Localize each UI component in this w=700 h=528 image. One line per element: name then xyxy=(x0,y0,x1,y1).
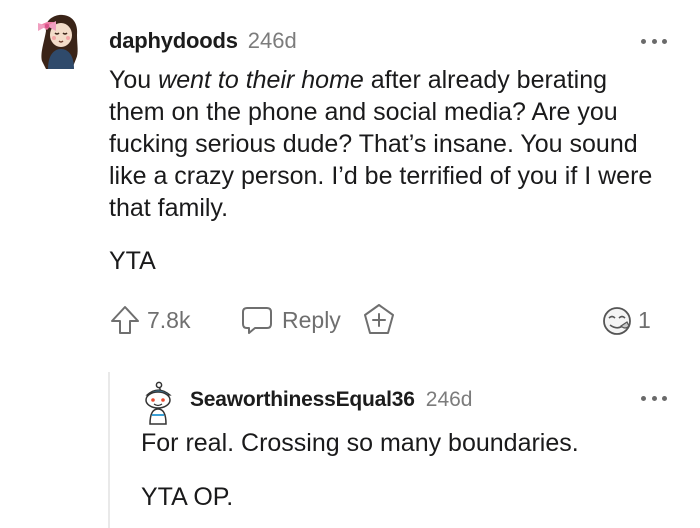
more-options-icon[interactable] xyxy=(641,393,667,403)
upvote-arrow-icon[interactable] xyxy=(109,304,141,336)
more-options-icon[interactable] xyxy=(641,36,667,46)
comment-body: You went to their home after already ber… xyxy=(109,64,669,224)
reply-button[interactable]: Reply xyxy=(240,302,341,338)
comment-verdict: YTA xyxy=(109,247,156,275)
reply-avatar[interactable] xyxy=(141,381,175,425)
award-count: 1 xyxy=(638,306,651,333)
upvote-button[interactable]: 7.8k xyxy=(109,302,190,338)
comment-author[interactable]: daphydoods xyxy=(109,28,238,54)
reply-author[interactable]: SeaworthinessEqual36 xyxy=(190,388,415,412)
comment-body-part-italic: went to their home xyxy=(158,66,364,94)
speech-bubble-icon xyxy=(242,307,272,334)
user-avatar[interactable] xyxy=(36,11,82,71)
reply-meta: SeaworthinessEqual36 246d xyxy=(190,388,472,412)
upvote-count: 7.8k xyxy=(147,306,191,333)
reply-body: For real. Crossing so many boundaries. xyxy=(141,429,579,457)
add-award-icon xyxy=(364,304,394,334)
reply-age: 246d xyxy=(425,388,473,411)
thread-line[interactable] xyxy=(108,372,110,528)
comment-age: 246d xyxy=(247,28,297,53)
add-award-button[interactable] xyxy=(362,302,396,338)
comment-actions: 7.8k Reply 1 xyxy=(109,302,669,338)
avatar-girl-with-bow-icon xyxy=(38,14,78,69)
reply-label: Reply xyxy=(282,306,341,333)
avatar-snoo-icon xyxy=(145,381,172,425)
awarded-face-icon xyxy=(603,307,631,335)
reply-verdict: YTA OP. xyxy=(141,483,234,511)
award-indicator[interactable]: 1 xyxy=(600,302,651,338)
comment-body-part: You xyxy=(109,66,159,94)
comment-meta: daphydoods 246d xyxy=(109,28,297,54)
